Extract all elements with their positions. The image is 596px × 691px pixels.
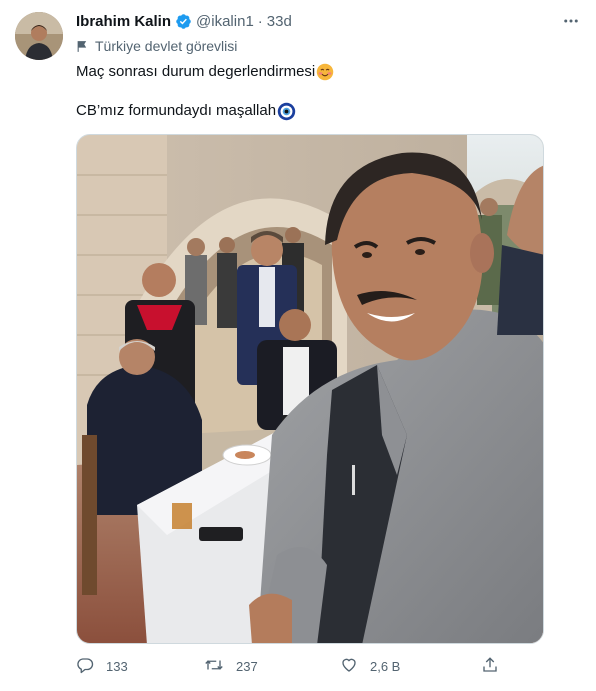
tweet-header: Ibrahim Kalin @ikalin1 · 33d [76,10,292,32]
retweet-count: 237 [236,658,258,674]
avatar[interactable] [15,12,63,60]
tweet-photo[interactable] [76,134,544,644]
tweet-text-line-1: Maç sonrası durum degerlendirmesi [76,62,334,82]
more-options-icon[interactable] [560,10,582,32]
reply-button[interactable]: 133 [76,655,128,677]
flag-icon [76,40,89,53]
affiliation-label: Türkiye devlet görevlisi [76,36,237,56]
tweet-text: Maç sonrası durum degerlendirmesi [76,63,316,80]
heart-icon [340,656,358,677]
separator-dot: · [257,12,263,30]
retweet-icon [204,656,224,677]
author-name[interactable]: Ibrahim Kalin [76,13,171,30]
author-handle[interactable]: @ikalin1 [196,13,254,30]
reply-count: 133 [106,658,128,674]
like-button[interactable]: 2,6 B [340,655,400,677]
affiliation-text: Türkiye devlet görevlisi [95,38,238,54]
tweet-timestamp[interactable]: 33d [267,13,292,30]
tweet[interactable]: Ibrahim Kalin @ikalin1 · 33d Türkiye dev… [0,0,596,691]
smiling-face-icon [316,63,334,81]
tweet-text-line-2: CB’mız formundaydı maşallah [76,101,296,121]
tweet-actions: 133 237 2,6 B [76,655,536,677]
retweet-button[interactable]: 237 [204,655,258,677]
share-button[interactable] [481,655,499,677]
nazar-amulet-icon [277,102,296,121]
tweet-text: CB’mız formundaydı maşallah [76,102,277,119]
share-icon [481,656,499,677]
like-count: 2,6 B [370,658,401,674]
verified-badge-icon [175,13,192,30]
reply-icon [76,656,94,677]
